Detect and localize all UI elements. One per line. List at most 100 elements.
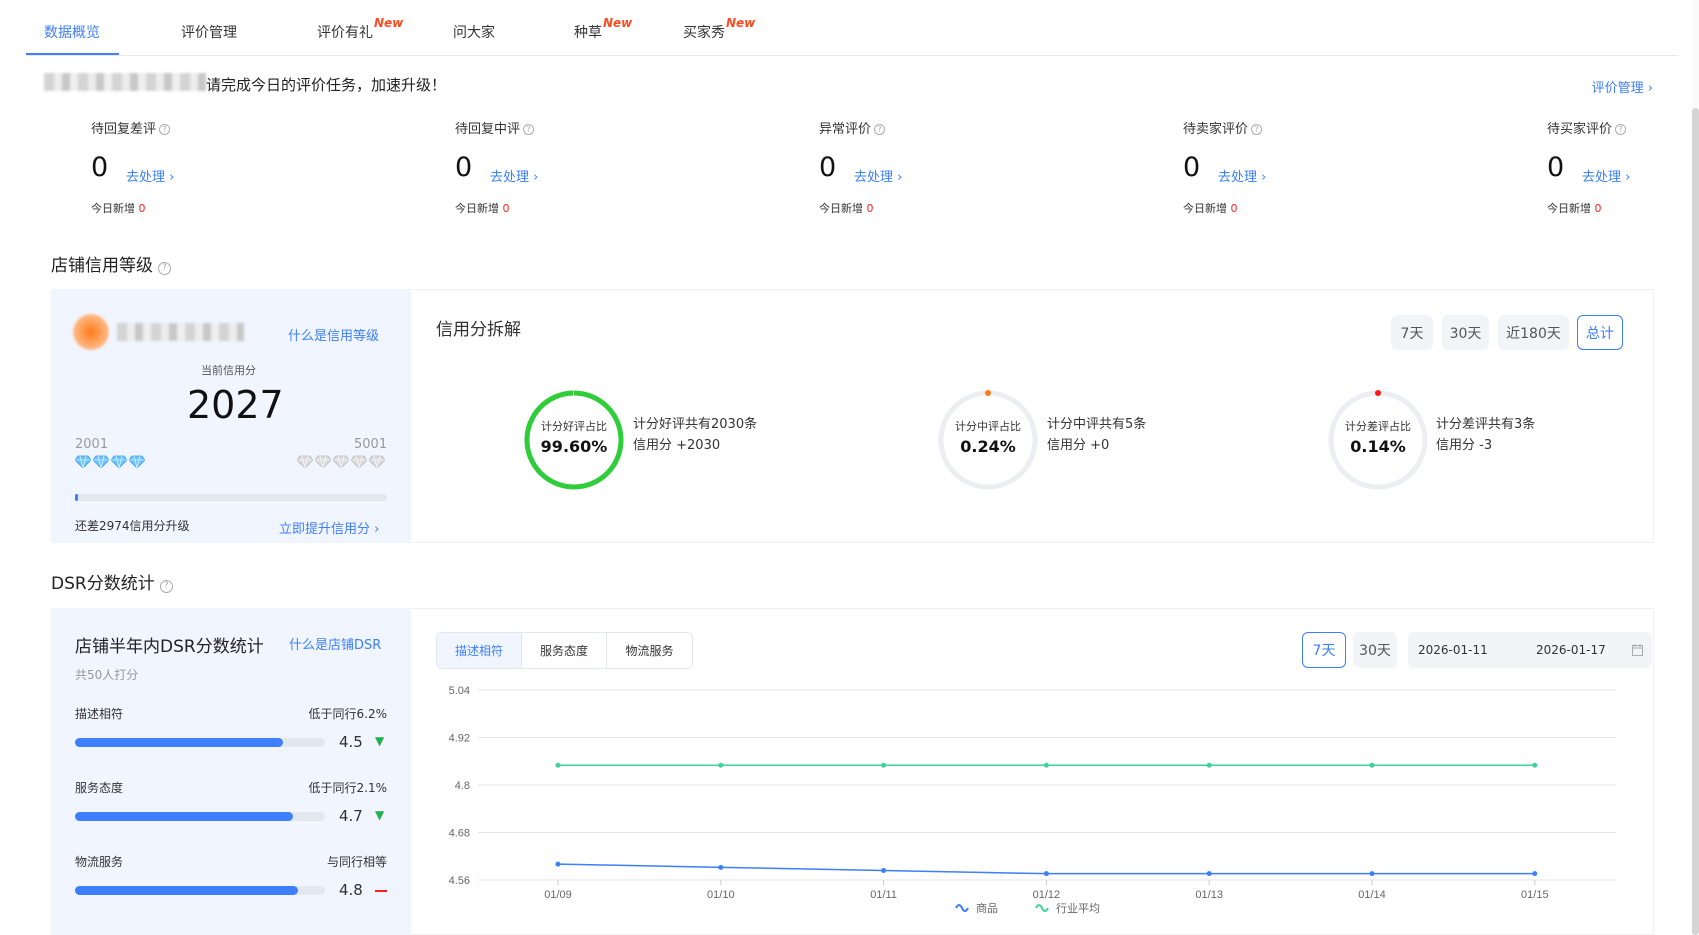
legend-label: 行业平均 [1056, 902, 1100, 915]
range-7d-button[interactable]: 7天 [1391, 315, 1433, 350]
stat-label: 待回复中评 [455, 122, 521, 137]
go-handle-link[interactable]: 去处理 › [126, 166, 174, 185]
dsr-item-name: 服务态度 [75, 781, 124, 795]
dsr-bar-fill [75, 812, 293, 821]
data-point [555, 861, 561, 867]
today-new-label: 今日新增 [1547, 202, 1591, 215]
ring-desc-count: 计分差评共有3条 [1436, 417, 1536, 432]
stat-count: 0 [819, 152, 837, 183]
x-tick-label: 01/14 [1358, 889, 1386, 901]
tab-review-management[interactable]: 评价管理 [181, 22, 237, 42]
y-tick-label: 4.8 [455, 780, 470, 792]
range-total-button[interactable]: 总计 [1577, 315, 1623, 350]
stat-label: 待买家评价 [1547, 122, 1613, 137]
diamond-icon [93, 455, 109, 468]
date-end: 2026-01-17 [1536, 643, 1606, 657]
good-review-ring-label: 计分好评占比 99.60% [522, 418, 626, 456]
data-point [1369, 762, 1375, 768]
data-point [718, 762, 724, 768]
help-icon[interactable]: ? [523, 124, 535, 135]
data-point [555, 762, 561, 768]
dsr-line-chart: 5.04 4.92 4.8 4.68 4.56 01/09 01/10 01/11 01/12 0… [449, 685, 1616, 915]
level-min-value: 2001 [75, 437, 109, 452]
neutral-review-ring-label: 计分中评占比 0.24% [936, 418, 1040, 456]
today-new-value: 0 [502, 202, 510, 215]
ring-indicator-dot [1375, 390, 1381, 396]
neutral-review-desc: 计分中评共有5条 信用分 +0 [1047, 414, 1146, 456]
tab-data-overview[interactable]: 数据概览 [44, 22, 100, 42]
dsr-card-title: 店铺半年内DSR分数统计 [75, 637, 264, 657]
ring-desc-count: 计分好评共有2030条 [633, 417, 758, 432]
range-30d-button[interactable]: 30天 [1442, 315, 1489, 350]
diamond-gray-icon [369, 455, 385, 468]
trend-down-icon: ▼ [375, 808, 385, 822]
data-point [1206, 762, 1212, 768]
help-icon[interactable]: ? [1615, 124, 1627, 135]
help-icon[interactable]: ? [1251, 124, 1263, 135]
dsr-item-bar [75, 812, 325, 821]
level-max-value: 5001 [354, 437, 388, 452]
calendar-icon[interactable] [1632, 644, 1643, 656]
dsr-item-score: 4.5 [339, 733, 363, 751]
help-icon[interactable]: ? [158, 262, 171, 275]
new-badge: New [603, 16, 633, 30]
dsr-item-score: 4.7 [339, 807, 363, 825]
review-management-link[interactable]: 评价管理 › [1592, 77, 1653, 96]
what-is-credit-link[interactable]: 什么是信用等级 [288, 325, 379, 344]
dsr-item-score: 4.8 [339, 881, 363, 899]
x-tick-label: 01/12 [1033, 889, 1061, 901]
today-new-label: 今日新增 [455, 202, 499, 215]
good-review-desc: 计分好评共有2030条 信用分 +2030 [633, 414, 757, 456]
ring-indicator-dot [985, 390, 991, 396]
boost-credit-link[interactable]: 立即提升信用分 › [279, 518, 379, 537]
range-180d-button[interactable]: 近180天 [1498, 315, 1569, 350]
segment-service[interactable]: 服务态度 [522, 633, 607, 668]
stat-abnormal-review: 异常评价? 0 去处理 › 今日新增 0 [819, 118, 1039, 215]
help-icon[interactable]: ? [159, 580, 173, 593]
diamond-icon [75, 455, 91, 468]
dsr-item-compare: 低于同行2.1% [308, 781, 388, 795]
y-tick-label: 5.04 [449, 685, 470, 697]
trend-down-icon: ▼ [375, 734, 385, 748]
what-is-dsr-link[interactable]: 什么是店铺DSR [289, 634, 381, 653]
tab-review-gift[interactable]: 评价有礼 New [317, 16, 403, 42]
x-tick-label: 01/10 [707, 889, 735, 901]
tab-label: 问大家 [453, 25, 495, 41]
diamond-gray-icon [333, 455, 349, 468]
ring-value: 99.60% [540, 437, 608, 456]
dsr-item-bar [75, 886, 325, 895]
date-range-picker[interactable]: 2026-01-11 2026-01-17 [1408, 632, 1652, 668]
stat-count: 0 [91, 152, 109, 183]
dsr-30d-button[interactable]: 30天 [1353, 632, 1397, 668]
dsr-section-title: DSR分数统计? [51, 569, 173, 594]
blurred-shop-name [117, 323, 244, 341]
tab-recommend[interactable]: 种草 New [574, 16, 632, 42]
help-icon[interactable]: ? [874, 124, 886, 135]
scrollbar-thumb[interactable] [1692, 108, 1699, 935]
credit-breakdown-title: 信用分拆解 [436, 320, 521, 340]
go-handle-link[interactable]: 去处理 › [1582, 166, 1630, 185]
credit-section-title: 店铺信用等级? [51, 251, 171, 276]
dsr-bar-fill [75, 738, 283, 747]
tab-ask-everyone[interactable]: 问大家 [453, 22, 495, 42]
x-tick-label: 01/15 [1521, 889, 1549, 901]
help-icon[interactable]: ? [159, 124, 171, 135]
y-tick-label: 4.56 [449, 875, 470, 887]
negative-review-desc: 计分差评共有3条 信用分 -3 [1436, 414, 1535, 456]
go-handle-link[interactable]: 去处理 › [854, 166, 902, 185]
go-handle-link[interactable]: 去处理 › [1218, 166, 1266, 185]
ring-title: 计分中评占比 [955, 420, 1021, 433]
y-tick-label: 4.68 [449, 828, 470, 840]
go-handle-link[interactable]: 去处理 › [490, 166, 538, 185]
dsr-7d-button[interactable]: 7天 [1302, 632, 1346, 668]
credit-progress-track [75, 494, 387, 501]
ring-desc-score: 信用分 -3 [1436, 438, 1493, 453]
segment-description[interactable]: 描述相符 [437, 633, 522, 668]
dsr-item-compare: 与同行相等 [326, 855, 387, 869]
diamond-icon [111, 455, 127, 468]
ring-value: 0.14% [1350, 437, 1406, 456]
segment-logistics[interactable]: 物流服务 [607, 633, 692, 668]
diamond-gray-icon [315, 455, 331, 468]
tab-buyer-show[interactable]: 买家秀 New [683, 16, 755, 42]
ring-desc-count: 计分中评共有5条 [1047, 417, 1147, 432]
